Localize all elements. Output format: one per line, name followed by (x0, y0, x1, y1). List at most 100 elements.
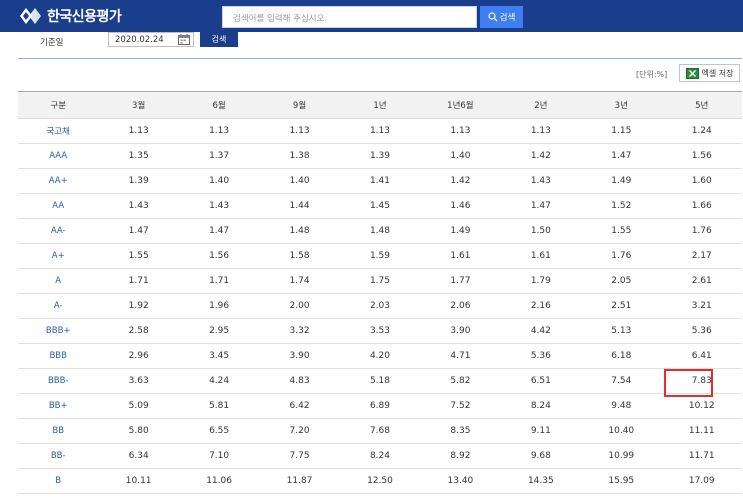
rate-cell: 5.18 (339, 368, 421, 394)
top-nav-bar: 한국신용평가 검색어를 입력해 주십시오. 검색 (0, 0, 743, 32)
grade-cell[interactable]: B (18, 468, 99, 494)
rate-cell: 10.11 (98, 468, 179, 494)
rate-cell: 1.13 (420, 118, 501, 144)
column-header: 1년6월 (420, 91, 501, 119)
rate-cell: 1.13 (259, 118, 340, 144)
rate-cell: 1.50 (500, 218, 582, 244)
table-row: AA- 1.47 1.47 1.48 1.48 1.49 1.50 1.55 1.76 (18, 218, 742, 244)
rate-cell: 6.42 (259, 393, 340, 419)
search-button-label: 검색 (499, 13, 516, 23)
rate-cell: 5.09 (98, 393, 179, 419)
table-row: AAA 1.35 1.37 1.38 1.39 1.40 1.42 1.47 1.56 (18, 143, 742, 169)
search-input[interactable]: 검색어를 입력해 주십시오. (222, 6, 477, 28)
column-header: 구분 (18, 91, 99, 119)
rate-cell: 12.50 (339, 468, 421, 494)
rate-cell: 1.52 (581, 193, 662, 219)
grade-cell[interactable]: A- (18, 293, 99, 319)
rate-cell: 5.81 (178, 393, 260, 419)
calendar-icon[interactable] (178, 34, 190, 45)
rate-cell: 1.55 (98, 243, 179, 269)
rate-cell: 14.35 (500, 468, 582, 494)
grade-cell[interactable]: BB+ (18, 393, 99, 419)
table-row: BB 5.80 6.55 7.20 7.68 8.35 9.11 10.40 11.11 (18, 418, 742, 444)
rate-cell: 1.92 (98, 293, 179, 319)
rate-cell: 15.95 (581, 468, 662, 494)
grade-cell[interactable]: AA+ (18, 168, 99, 194)
rate-cell: 8.92 (420, 443, 501, 469)
rate-cell: 7.54 (581, 368, 662, 394)
rate-cell: 1.77 (420, 268, 501, 294)
excel-save-button[interactable]: 엑셀 저장 (679, 64, 740, 82)
rate-cell: 10.40 (581, 418, 662, 444)
rate-cell: 1.47 (500, 193, 582, 219)
rate-cell: 2.16 (500, 293, 582, 319)
rate-cell: 1.60 (661, 168, 742, 194)
grade-cell[interactable]: BB (18, 418, 99, 444)
rate-cell: 1.66 (661, 193, 742, 219)
rate-cell: 2.96 (98, 343, 179, 369)
column-header: 9월 (259, 91, 340, 119)
grade-cell[interactable]: BBB+ (18, 318, 99, 344)
grade-cell[interactable]: AA (18, 193, 99, 219)
rate-cell: 6.55 (178, 418, 260, 444)
rate-cell: 1.42 (420, 168, 501, 194)
rate-cell: 1.43 (500, 168, 582, 194)
column-header: 6월 (178, 91, 260, 119)
rate-cell: 11.11 (661, 418, 742, 444)
grade-cell[interactable]: BBB- (18, 368, 99, 394)
rate-cell: 1.38 (259, 143, 340, 169)
rate-cell: 5.13 (581, 318, 662, 344)
grade-cell[interactable]: 국고채 (18, 118, 99, 144)
rate-cell: 1.55 (581, 218, 662, 244)
rate-cell: 1.76 (661, 218, 742, 244)
rate-cell: 11.87 (259, 468, 340, 494)
rate-cell: 2.17 (661, 243, 742, 269)
table-row: 국고채 1.13 1.13 1.13 1.13 1.13 1.13 1.15 1.24 (18, 118, 742, 144)
rate-cell: 17.09 (661, 468, 742, 494)
rate-cell: 1.56 (661, 143, 742, 169)
table-header-row: 구분 3월 6월 9월 1년 1년6월 2년 3년 5년 (18, 91, 742, 119)
rate-cell: 2.06 (420, 293, 501, 319)
rate-cell: 6.34 (98, 443, 179, 469)
rate-cell: 7.75 (259, 443, 340, 469)
rate-cell: 6.89 (339, 393, 421, 419)
grade-cell[interactable]: A+ (18, 243, 99, 269)
search-button[interactable]: 검색 (480, 6, 523, 28)
rate-cell: 3.32 (259, 318, 340, 344)
rate-cell: 6.51 (500, 368, 582, 394)
grade-cell[interactable]: BBB (18, 343, 99, 369)
rate-cell: 1.96 (178, 293, 260, 319)
date-search-button[interactable]: 검색 (200, 32, 238, 47)
rate-cell: 5.80 (98, 418, 179, 444)
rate-cell: 8.35 (420, 418, 501, 444)
grade-cell[interactable]: AAA (18, 143, 99, 169)
rate-cell: 1.13 (500, 118, 582, 144)
column-header: 1년 (339, 91, 421, 119)
rate-cell: 2.58 (98, 318, 179, 344)
rate-cell: 1.13 (178, 118, 260, 144)
rate-cell: 1.79 (500, 268, 582, 294)
rate-cell: 1.49 (581, 168, 662, 194)
rate-cell: 1.37 (178, 143, 260, 169)
rate-cell: 1.40 (420, 143, 501, 169)
grade-cell[interactable]: BB- (18, 443, 99, 469)
logo[interactable]: 한국신용평가 (18, 6, 122, 26)
rate-cell: 1.71 (98, 268, 179, 294)
rate-cell: 1.49 (420, 218, 501, 244)
grade-cell[interactable]: A (18, 268, 99, 294)
table-row: A- 1.92 1.96 2.00 2.03 2.06 2.16 2.51 3.21 (18, 293, 742, 319)
rate-cell: 1.48 (259, 218, 340, 244)
rate-cell: 11.71 (661, 443, 742, 469)
table-body: 국고채 1.13 1.13 1.13 1.13 1.13 1.13 1.15 1.24 AAA 1.… (18, 118, 742, 494)
rate-cell: 3.90 (259, 343, 340, 369)
rate-cell: 1.41 (339, 168, 421, 194)
rate-cell: 4.83 (259, 368, 340, 394)
grade-cell[interactable]: AA- (18, 218, 99, 244)
rate-cell: 2.51 (581, 293, 662, 319)
rate-cell: 1.76 (581, 243, 662, 269)
rate-cell: 10.99 (581, 443, 662, 469)
unit-label: [단위:%] (636, 70, 668, 79)
section-divider (18, 58, 742, 59)
rate-cell: 6.41 (661, 343, 742, 369)
rate-cell: 1.47 (98, 218, 179, 244)
